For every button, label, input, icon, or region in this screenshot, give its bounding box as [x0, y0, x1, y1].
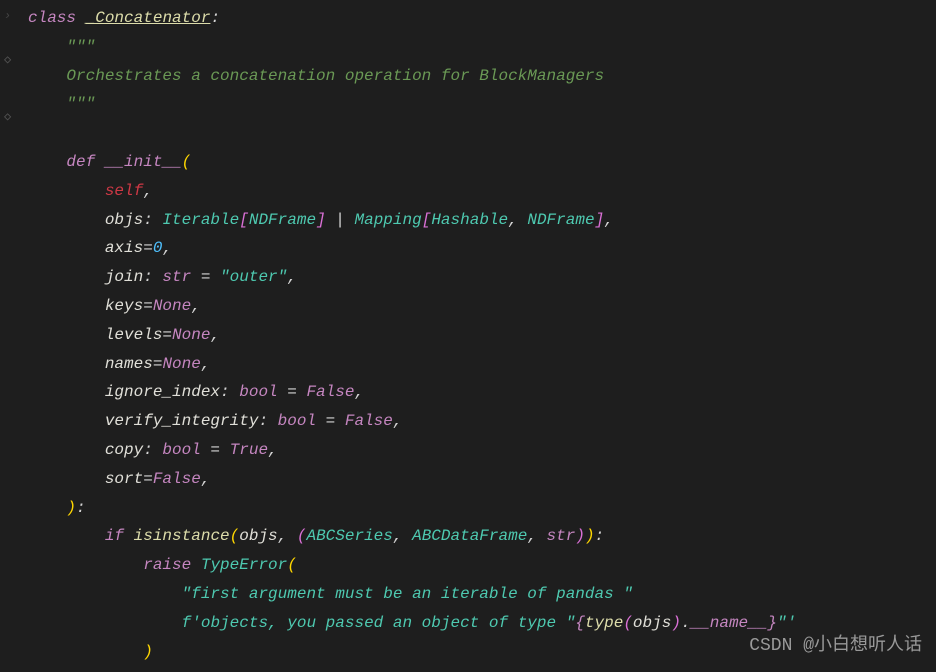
code-line-15[interactable]: verify_integrity: bool = False, [28, 407, 936, 436]
code-line-5[interactable] [28, 119, 936, 148]
code-line-6[interactable]: def __init__( [28, 148, 936, 177]
exception-type: TypeError [201, 556, 287, 574]
keyword-def: def [66, 153, 95, 171]
builtin-isinstance: isinstance [134, 527, 230, 545]
code-line-17[interactable]: sort=False, [28, 465, 936, 494]
code-line-8[interactable]: objs: Iterable[NDFrame] | Mapping[Hashab… [28, 206, 936, 235]
code-line-21[interactable]: "first argument must be an iterable of p… [28, 580, 936, 609]
code-line-16[interactable]: copy: bool = True, [28, 436, 936, 465]
code-line-14[interactable]: ignore_index: bool = False, [28, 378, 936, 407]
keyword-if: if [105, 527, 124, 545]
code-line-4[interactable]: """ [28, 90, 936, 119]
colon: : [210, 9, 220, 27]
paren-open: ( [182, 153, 192, 171]
code-line-9[interactable]: axis=0, [28, 234, 936, 263]
param-keys: keys [105, 297, 143, 315]
code-line-1[interactable]: class _Concatenator: [28, 4, 936, 33]
param-levels: levels [105, 326, 163, 344]
paren-close: ) [66, 499, 76, 517]
string-literal-1: "first argument must be an iterable of p… [182, 585, 633, 603]
code-line-18[interactable]: ): [28, 494, 936, 523]
param-self: self [105, 182, 143, 200]
code-line-3[interactable]: Orchestrates a concatenation operation f… [28, 62, 936, 91]
docstring-open: """ [66, 38, 95, 56]
gutter-marker-1[interactable]: ◇ [0, 48, 20, 74]
code-line-13[interactable]: names=None, [28, 350, 936, 379]
param-verify-integrity: verify_integrity [105, 412, 259, 430]
param-objs: objs [105, 211, 143, 229]
param-sort: sort [105, 470, 143, 488]
code-line-10[interactable]: join: str = "outer", [28, 263, 936, 292]
code-line-7[interactable]: self, [28, 177, 936, 206]
code-editor[interactable]: class _Concatenator: """ Orchestrates a … [0, 0, 936, 666]
param-join: join [105, 268, 143, 286]
type-iterable: Iterable [162, 211, 239, 229]
keyword-raise: raise [143, 556, 191, 574]
docstring-close: """ [66, 95, 95, 113]
fstring-prefix: f [182, 614, 192, 632]
code-line-2[interactable]: """ [28, 33, 936, 62]
paren-close-raise: ) [143, 643, 153, 661]
gutter-marker-2[interactable]: ◇ [0, 105, 20, 131]
code-line-12[interactable]: levels=None, [28, 321, 936, 350]
code-line-19[interactable]: if isinstance(objs, (ABCSeries, ABCDataF… [28, 522, 936, 551]
param-copy: copy [105, 441, 143, 459]
type-mapping: Mapping [355, 211, 422, 229]
code-line-20[interactable]: raise TypeError( [28, 551, 936, 580]
param-names: names [105, 355, 153, 373]
method-name: __init__ [105, 153, 182, 171]
code-line-11[interactable]: keys=None, [28, 292, 936, 321]
param-axis: axis [105, 239, 143, 257]
editor-gutter: › ◇ ◇ [0, 0, 20, 672]
docstring-text: Orchestrates a concatenation operation f… [66, 67, 604, 85]
keyword-class: class [28, 9, 76, 27]
fold-icon[interactable]: › [0, 4, 20, 30]
watermark: CSDN @小白想听人话 [749, 630, 922, 662]
param-ignore-index: ignore_index [105, 383, 220, 401]
class-name: _Concatenator [86, 9, 211, 27]
